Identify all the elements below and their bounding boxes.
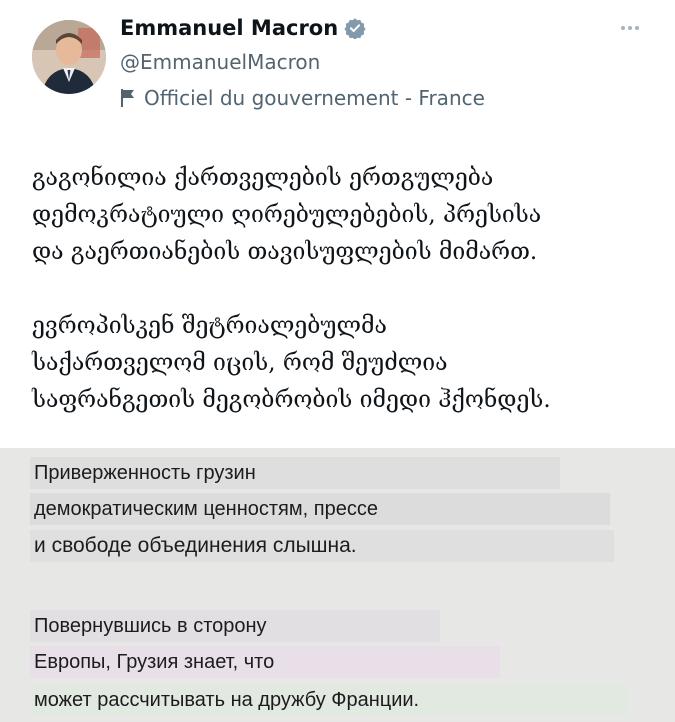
handle[interactable]: @EmmanuelMacron	[120, 50, 320, 74]
translation-line: Европы, Грузия знает, что	[30, 646, 500, 678]
translation-line: и свободе объединения слышна.	[30, 530, 614, 562]
translation-line: Повернувшись в сторону	[30, 610, 440, 642]
government-label-text: Officiel du gouvernement - France	[144, 86, 485, 110]
government-label: Officiel du gouvernement - France	[120, 86, 485, 110]
more-dots-icon	[621, 26, 639, 30]
translation-line: может рассчитывать на дружбу Франции.	[30, 684, 628, 716]
translation-line: Приверженность грузин	[30, 457, 560, 489]
translation-line: демократическим ценностям, прессе	[30, 493, 610, 525]
display-name[interactable]: Emmanuel Macron	[120, 16, 338, 40]
display-name-row[interactable]: Emmanuel Macron	[120, 16, 366, 40]
tweet-header: Emmanuel Macron @EmmanuelMacron Officiel…	[0, 0, 675, 130]
tweet-text: გაგონილია ქართველების ერთგულება დემოკრატ…	[32, 160, 652, 419]
translation-overlay: Приверженность грузин демократическим це…	[0, 448, 675, 722]
person-portrait-icon	[32, 20, 106, 94]
tweet-paragraph: ევროპისკენ შეტრიალებულმა საქართველომ იცი…	[32, 313, 551, 413]
tweet-paragraph: გაგონილია ქართველების ერთგულება დემოკრატ…	[32, 165, 542, 265]
verified-badge-icon	[344, 18, 366, 39]
avatar[interactable]	[32, 20, 106, 94]
flag-icon	[121, 89, 134, 107]
tweet-screenshot: Emmanuel Macron @EmmanuelMacron Officiel…	[0, 0, 675, 722]
more-options-button[interactable]	[615, 18, 645, 38]
